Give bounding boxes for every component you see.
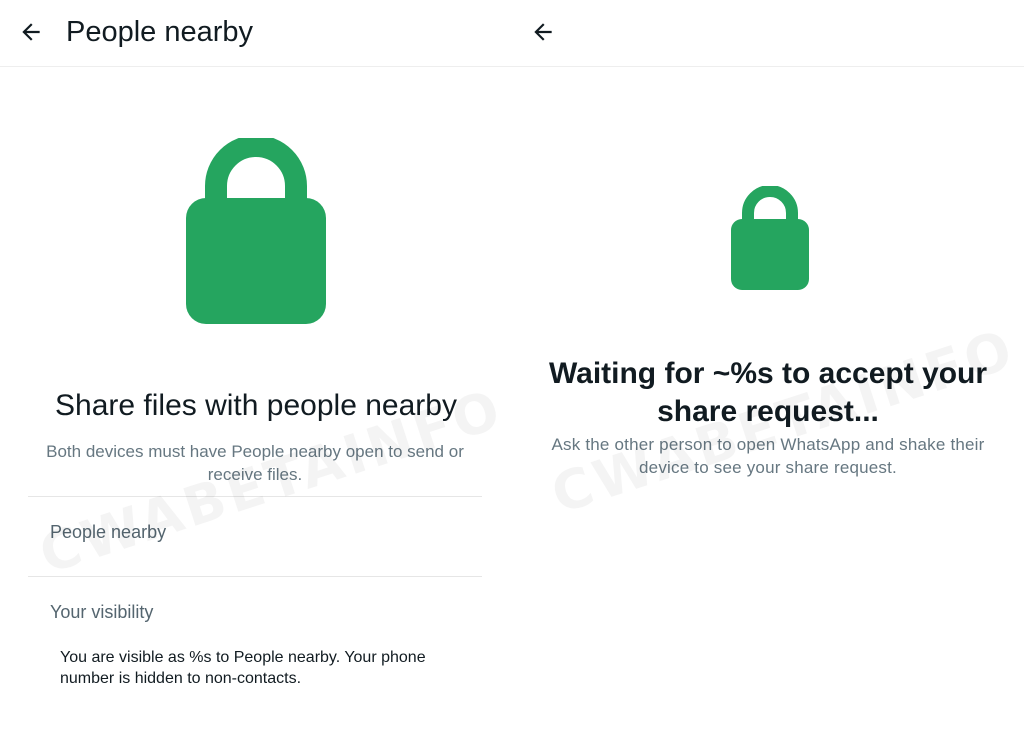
back-button[interactable] [14,15,48,49]
people-nearby-screen: People nearby Share files with people ne… [0,0,512,741]
app-bar [512,0,1024,67]
page-title: People nearby [66,16,254,48]
lock-icon [731,185,809,290]
your-visibility-setting[interactable]: Your visibility [50,600,153,624]
divider [28,576,482,577]
visibility-description: You are visible as %s to People nearby. … [60,649,426,687]
lock-icon [186,135,326,324]
waiting-title: Waiting for ~%s to accept your share req… [548,357,988,428]
share-files-description: Both devices must have People nearby ope… [46,442,464,484]
app-bar: People nearby [0,0,512,67]
back-arrow-icon [534,23,552,41]
back-arrow-icon [22,23,40,41]
waiting-description: Ask the other person to open WhatsApp an… [551,435,985,477]
back-button[interactable] [526,15,560,49]
share-files-title: Share files with people nearby [55,389,457,422]
divider [28,496,482,497]
people-nearby-setting[interactable]: People nearby [50,520,166,544]
page: People nearby Share files with people ne… [0,0,1024,741]
waiting-screen: Waiting for ~%s to accept your share req… [512,0,1024,741]
